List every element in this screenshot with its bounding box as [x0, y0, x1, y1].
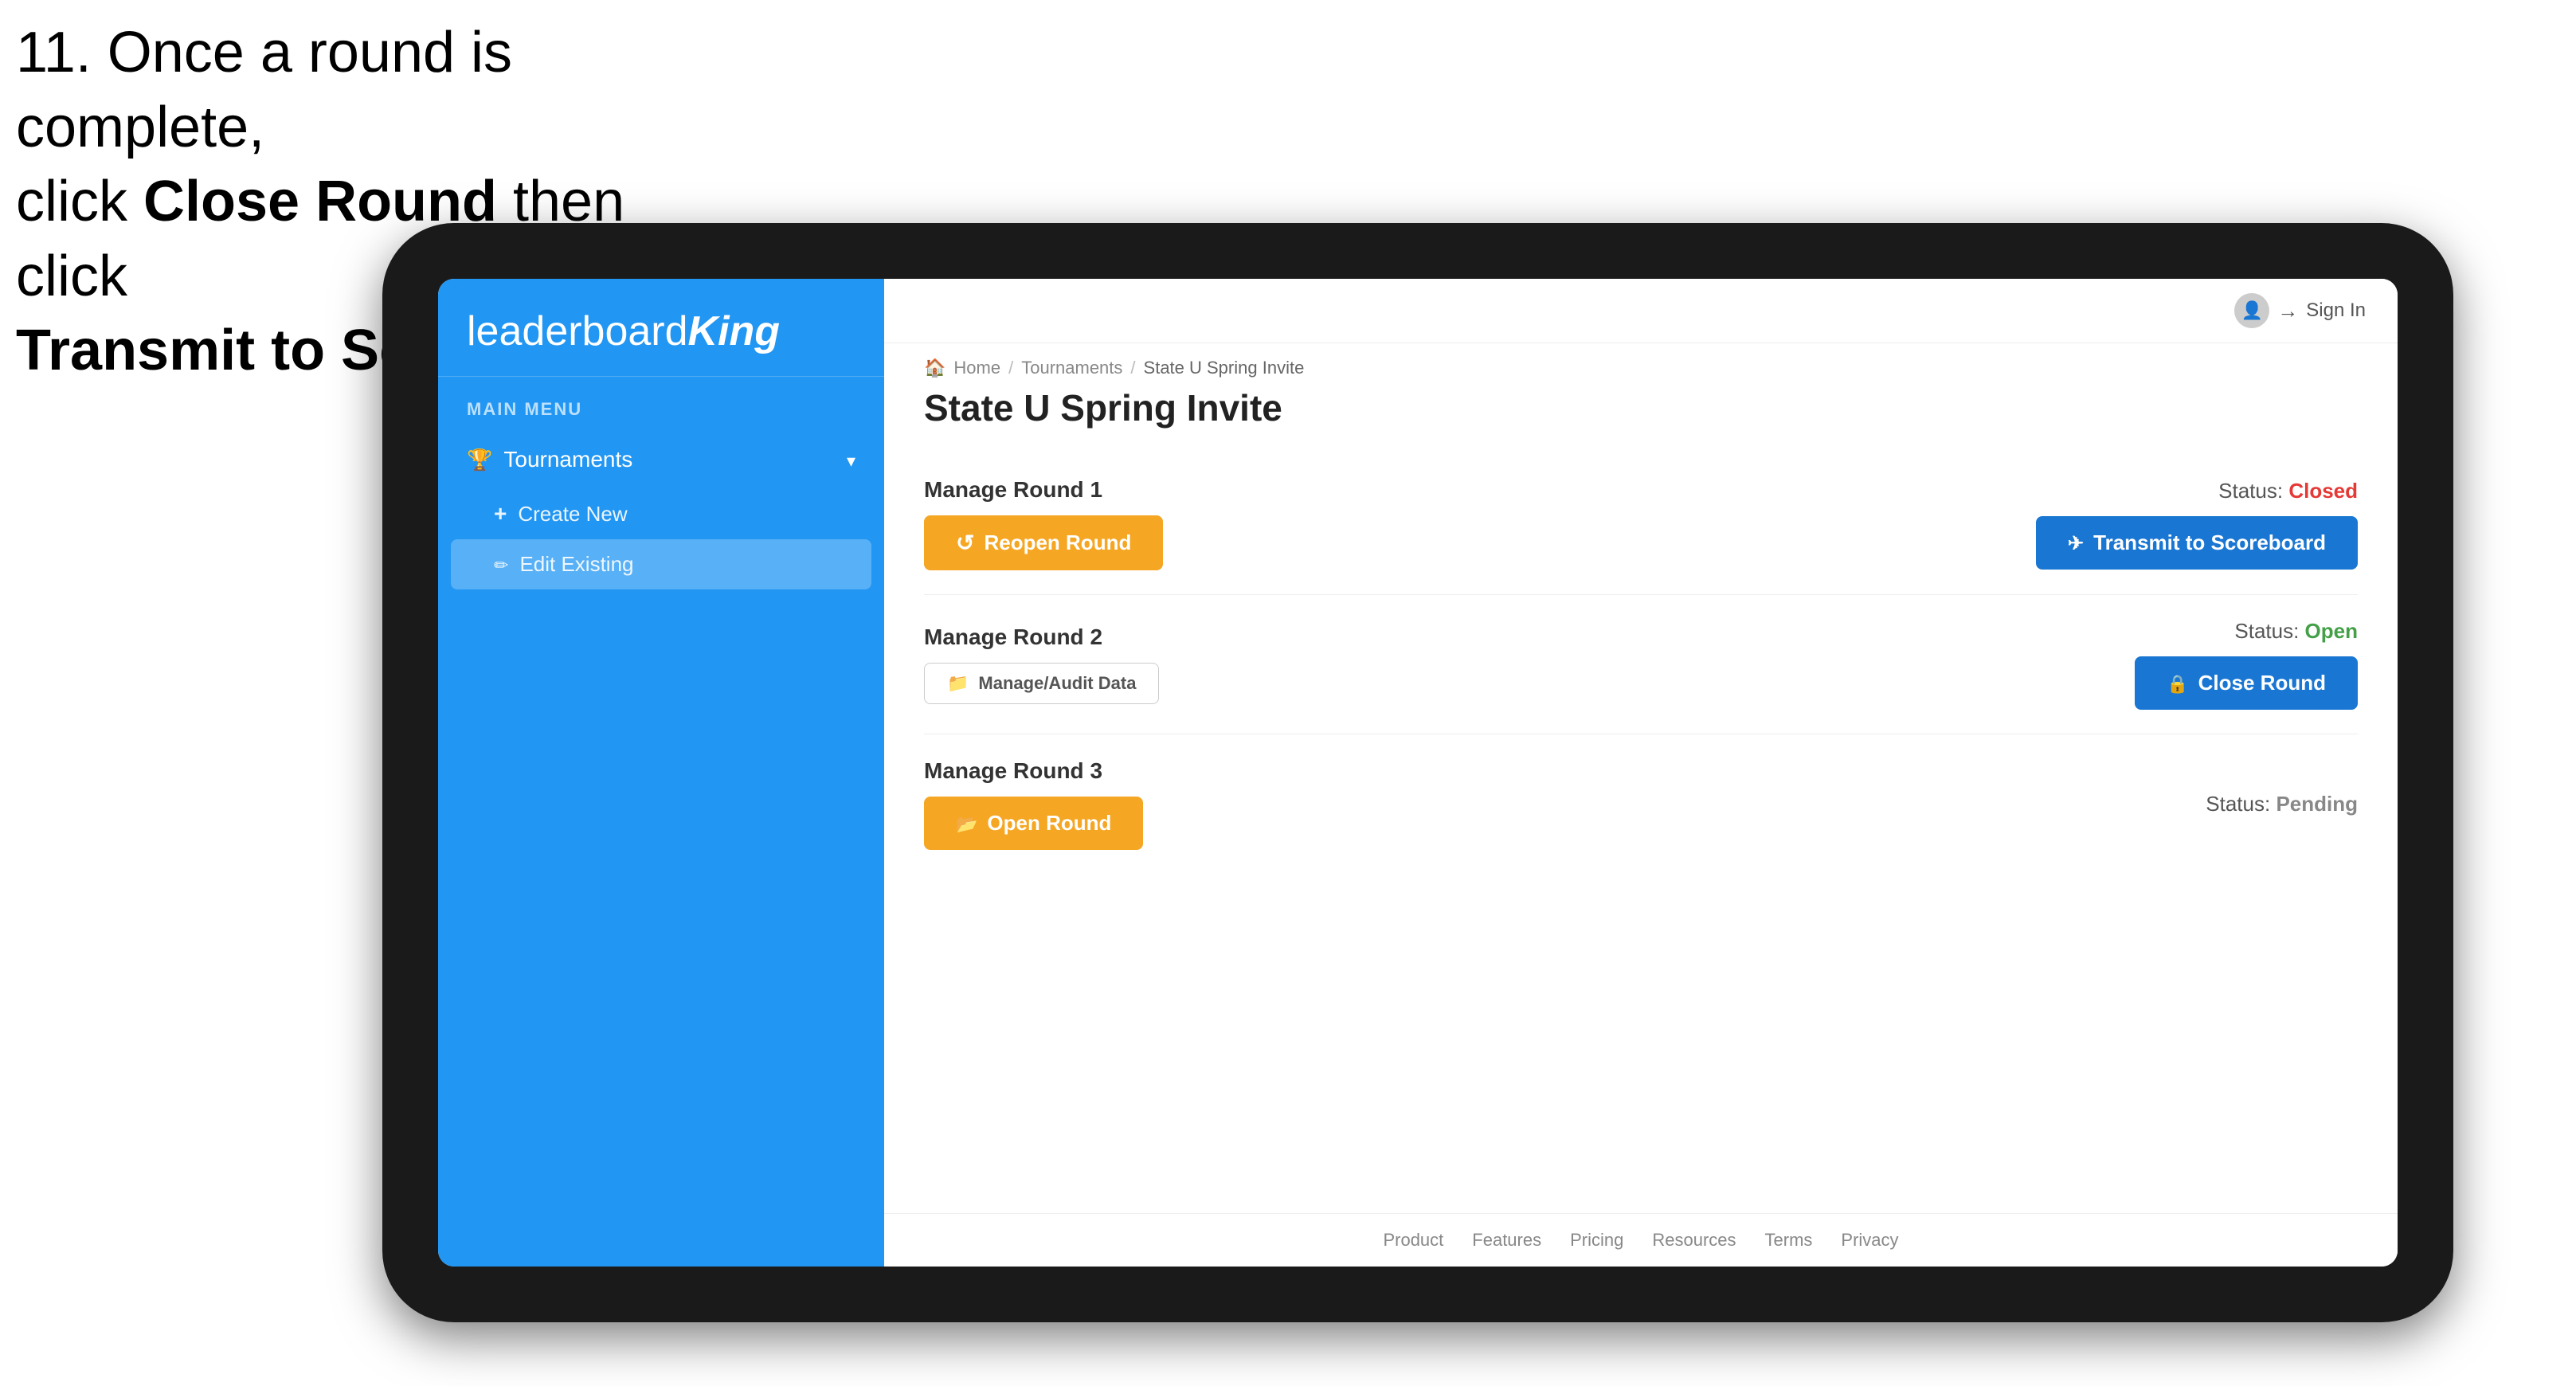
breadcrumb-sep1: /	[1008, 358, 1013, 378]
instruction-line2-pre: click	[16, 170, 143, 233]
footer-resources[interactable]: Resources	[1652, 1230, 1736, 1251]
app-layout: leaderboardKing MAIN MENU Tournaments Cr…	[438, 279, 2398, 1267]
footer-product[interactable]: Product	[1383, 1230, 1443, 1251]
instruction-line1: 11. Once a round is complete,	[16, 16, 733, 165]
round-3-right: Status: Pending	[2206, 792, 2358, 816]
breadcrumb-home[interactable]: Home	[953, 358, 1000, 378]
sidebar-menu-label: MAIN MENU	[438, 377, 884, 431]
audit-label: Manage/Audit Data	[978, 673, 1136, 694]
avatar: 👤	[2234, 293, 2269, 328]
sidebar-tournaments-label: Tournaments	[503, 447, 632, 472]
logo-king: King	[688, 308, 781, 354]
breadcrumb-sep2: /	[1130, 358, 1135, 378]
footer-terms[interactable]: Terms	[1765, 1230, 1813, 1251]
manage-audit-data-button[interactable]: Manage/Audit Data	[924, 663, 1159, 704]
open-icon	[956, 811, 977, 836]
round-1-title: Manage Round 1	[924, 477, 1163, 503]
content-area: Manage Round 1 Reopen Round Status: Clos…	[884, 445, 2398, 1213]
logo: leaderboardKing	[467, 311, 855, 352]
round-2-status-value: Open	[2305, 619, 2358, 643]
breadcrumb: 🏠 Home / Tournaments / State U Spring In…	[884, 343, 2398, 378]
round-2-section: Manage Round 2 Manage/Audit Data Status:…	[924, 595, 2358, 734]
plus-icon	[494, 501, 507, 527]
tablet-screen: leaderboardKing MAIN MENU Tournaments Cr…	[438, 279, 2398, 1267]
refresh-icon	[956, 530, 974, 556]
breadcrumb-tournaments[interactable]: Tournaments	[1021, 358, 1122, 378]
home-icon: 🏠	[924, 358, 945, 378]
footer-privacy[interactable]: Privacy	[1841, 1230, 1898, 1251]
sidebar-create-new[interactable]: Create New	[438, 488, 884, 539]
sidebar-logo: leaderboardKing	[438, 279, 884, 377]
page-footer: Product Features Pricing Resources Terms…	[884, 1213, 2398, 1267]
round-1-right: Status: Closed Transmit to Scoreboard	[2036, 479, 2358, 570]
round-2-title: Manage Round 2	[924, 624, 1159, 650]
round-1-status-value: Closed	[2288, 479, 2358, 503]
round-3-status-value: Pending	[2276, 792, 2358, 816]
avatar-icon: 👤	[2241, 300, 2263, 321]
main-content: 👤 Sign In 🏠 Home / Tournaments / State U…	[884, 279, 2398, 1267]
footer-features[interactable]: Features	[1472, 1230, 1541, 1251]
tablet-shell: leaderboardKing MAIN MENU Tournaments Cr…	[382, 223, 2453, 1322]
round-3-status: Status: Pending	[2206, 792, 2358, 816]
edit-existing-label: Edit Existing	[519, 552, 633, 577]
logo-leaderboard: leaderboard	[467, 308, 688, 354]
round-1-section: Manage Round 1 Reopen Round Status: Clos…	[924, 453, 2358, 595]
folder-icon	[947, 673, 969, 694]
transmit-label: Transmit to Scoreboard	[2093, 531, 2326, 555]
create-new-label: Create New	[518, 502, 627, 527]
footer-pricing[interactable]: Pricing	[1570, 1230, 1623, 1251]
round-3-status-label: Status:	[2206, 792, 2270, 816]
sidebar-item-tournaments[interactable]: Tournaments	[438, 431, 884, 488]
send-icon	[2068, 531, 2084, 555]
round-3-section: Manage Round 3 Open Round Status: Pendin…	[924, 734, 2358, 874]
close-round-button[interactable]: Close Round	[2135, 656, 2358, 710]
top-bar: 👤 Sign In	[884, 279, 2398, 343]
round-3-left: Manage Round 3 Open Round	[924, 758, 1143, 850]
round-2-status-label: Status:	[2234, 619, 2299, 643]
sidebar-edit-existing[interactable]: Edit Existing	[451, 539, 871, 589]
trophy-icon	[467, 447, 492, 472]
reopen-round-label: Reopen Round	[984, 531, 1131, 555]
chevron-down-icon	[847, 447, 855, 472]
transmit-to-scoreboard-button[interactable]: Transmit to Scoreboard	[2036, 516, 2358, 570]
sign-in-label: Sign In	[2306, 300, 2366, 322]
open-round-button[interactable]: Open Round	[924, 797, 1143, 850]
round-1-status: Status: Closed	[2218, 479, 2358, 503]
round-1-status-label: Status:	[2218, 479, 2283, 503]
close-round-label: Close Round	[2198, 671, 2326, 695]
sign-in-button[interactable]: 👤 Sign In	[2234, 293, 2366, 328]
lock-icon	[2167, 671, 2188, 695]
sidebar: leaderboardKing MAIN MENU Tournaments Cr…	[438, 279, 884, 1267]
open-round-label: Open Round	[987, 811, 1111, 836]
breadcrumb-current: State U Spring Invite	[1144, 358, 1305, 378]
round-3-title: Manage Round 3	[924, 758, 1143, 784]
edit-icon	[494, 552, 508, 577]
page-title: State U Spring Invite	[884, 378, 2398, 445]
round-2-status: Status: Open	[2234, 619, 2358, 644]
round-2-left: Manage Round 2 Manage/Audit Data	[924, 624, 1159, 704]
reopen-round-button[interactable]: Reopen Round	[924, 515, 1163, 570]
round-2-right: Status: Open Close Round	[2135, 619, 2358, 710]
signin-icon	[2277, 299, 2298, 323]
round-1-left: Manage Round 1 Reopen Round	[924, 477, 1163, 570]
